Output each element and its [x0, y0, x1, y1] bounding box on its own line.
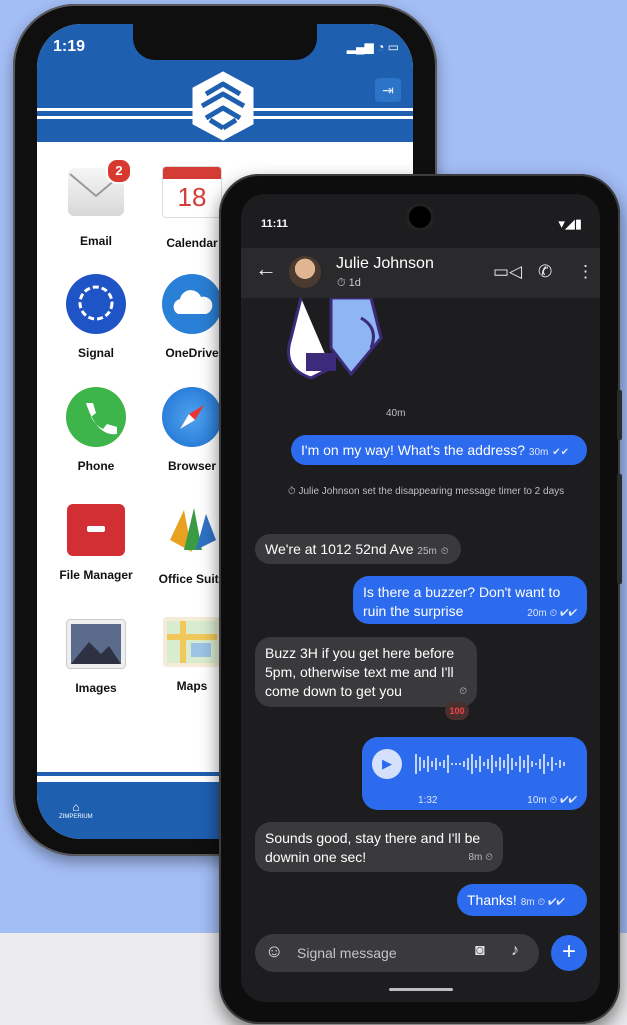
- folder-icon: [67, 504, 125, 556]
- message-time: 25m: [417, 546, 437, 557]
- app-phone[interactable]: Phone: [48, 387, 144, 473]
- message-incoming[interactable]: Sounds good, stay there and I'll be down…: [255, 822, 503, 872]
- app-label: Email: [79, 234, 112, 248]
- signal-chat-screen: 11:11 ▾◢▮ ← Julie Johnson ⏱ 1d ▭◁ ✆ ⋮ 40…: [241, 194, 600, 1002]
- app-label: File Manager: [59, 568, 133, 582]
- app-images[interactable]: Images: [48, 613, 144, 695]
- message-incoming[interactable]: Buzz 3H if you get here before 5pm, othe…: [255, 637, 477, 707]
- system-text: Julie Johnson set the disappearing messa…: [298, 486, 565, 497]
- message-text: We're at 1012 52nd Ave: [265, 541, 414, 557]
- reaction-badge[interactable]: 100: [445, 702, 469, 720]
- dock-brand-label: ZIMPERIUM: [59, 814, 93, 820]
- app-file-manager[interactable]: File Manager: [48, 500, 144, 582]
- app-email[interactable]: 2 Email: [48, 158, 144, 248]
- cloud-icon: [162, 274, 222, 334]
- sticker-image: [287, 298, 383, 380]
- time-divider: 40m: [386, 408, 406, 419]
- timer-icon: ⏲: [459, 686, 467, 697]
- message-time: 10m: [527, 795, 547, 806]
- timer-value: 1d: [348, 277, 361, 289]
- message-outgoing[interactable]: Is there a buzzer? Don't want to ruin th…: [353, 576, 587, 624]
- power-button: [617, 474, 622, 584]
- message-time: 20m: [527, 608, 547, 619]
- zimperium-logo-icon: [192, 71, 254, 141]
- waveform-icon[interactable]: [414, 751, 580, 777]
- dock-brand[interactable]: ⌂ ZIMPERIUM: [59, 800, 93, 820]
- voice-duration: 1:32: [418, 795, 438, 806]
- message-composer[interactable]: ☺ Signal message ◙ ♪: [255, 934, 539, 972]
- calendar-icon: 18: [162, 166, 222, 218]
- message-outgoing[interactable]: Thanks! 8m ⏲ ✔✔: [457, 884, 587, 916]
- more-options-icon[interactable]: ⋮: [577, 262, 594, 282]
- mail-icon: 2: [68, 158, 132, 216]
- attach-button[interactable]: +: [551, 935, 587, 971]
- status-time: 1:19: [53, 38, 86, 55]
- volume-button: [617, 390, 622, 440]
- play-icon[interactable]: ▶: [372, 749, 402, 779]
- phone-call-icon[interactable]: ✆: [538, 262, 552, 282]
- message-meta: 20m ⏲ ✔✔: [527, 608, 577, 619]
- app-signal[interactable]: Signal: [48, 274, 144, 360]
- logout-button[interactable]: ⇥: [375, 78, 401, 102]
- chat-header: ← Julie Johnson ⏱ 1d ▭◁ ✆ ⋮: [241, 248, 600, 298]
- timer-icon: ⏱: [287, 486, 296, 497]
- message-meta: 8m ⏲ ✔✔: [520, 897, 565, 908]
- office-icon: [162, 500, 222, 560]
- message-incoming[interactable]: We're at 1012 52nd Ave 25m ⏲: [255, 534, 461, 564]
- contact-name[interactable]: Julie Johnson: [336, 255, 434, 273]
- app-label: Signal: [77, 346, 114, 360]
- android-device: 11:11 ▾◢▮ ← Julie Johnson ⏱ 1d ▭◁ ✆ ⋮ 40…: [219, 174, 622, 1024]
- emoji-icon[interactable]: ☺: [265, 941, 283, 962]
- camera-icon[interactable]: ◙: [475, 942, 485, 960]
- status-icons: ▂▄▆ ◔ ▭: [346, 40, 399, 54]
- system-notice: ⏱ Julie Johnson set the disappearing mes…: [281, 484, 571, 499]
- message-meta: 10m ⏲ ✔✔: [527, 795, 577, 806]
- compass-icon: [162, 387, 222, 447]
- timer-icon: ⏱: [337, 277, 346, 289]
- front-camera: [409, 206, 431, 228]
- message-text: I'm on my way! What's the address?: [301, 442, 525, 458]
- image-icon: [66, 619, 126, 669]
- app-label: Images: [75, 681, 117, 695]
- message-text: Thanks!: [467, 892, 517, 908]
- message-time: 8m: [520, 897, 535, 908]
- message-outgoing[interactable]: I'm on my way! What's the address? 30m ✔…: [291, 435, 587, 465]
- app-label: Phone: [77, 459, 115, 473]
- video-call-icon[interactable]: ▭◁: [493, 262, 522, 282]
- status-icons: ▾◢▮: [558, 216, 582, 231]
- disappearing-timer: ⏱ 1d: [337, 277, 361, 290]
- phone-icon: [66, 387, 126, 447]
- map-icon: [163, 617, 221, 667]
- message-text: Sounds good, stay there and I'll be down…: [265, 830, 481, 865]
- message-time: 8m: [468, 852, 483, 863]
- notification-badge: 2: [106, 158, 132, 184]
- voice-message[interactable]: ▶ 1:32 10m ⏲ ✔✔: [362, 737, 587, 810]
- calendar-date: 18: [177, 182, 207, 212]
- notch: [133, 24, 317, 60]
- message-time: 30m: [528, 447, 549, 458]
- message-meta: 8m ⏲: [468, 852, 494, 863]
- timer-icon: ⏲: [440, 546, 449, 557]
- message-text: Buzz 3H if you get here before 5pm, othe…: [265, 645, 455, 699]
- avatar[interactable]: [289, 256, 321, 288]
- read-receipt-icon: ✔✔: [552, 447, 569, 458]
- microphone-icon[interactable]: ♪: [511, 942, 519, 960]
- home-indicator: [389, 988, 453, 991]
- signal-icon: [66, 274, 126, 334]
- back-arrow-icon[interactable]: ←: [255, 256, 277, 282]
- message-input[interactable]: Signal message: [297, 945, 397, 961]
- status-time: 11:11: [261, 218, 288, 230]
